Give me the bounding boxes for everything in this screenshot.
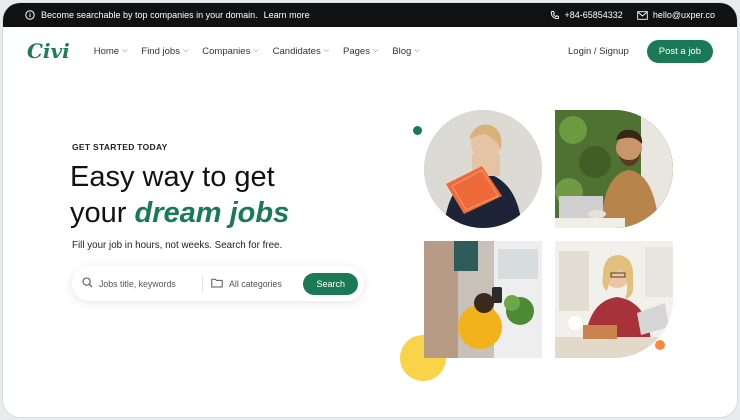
logo-text: Civi — [27, 39, 70, 63]
nav-item-pages[interactable]: Pages ⌵ — [343, 46, 378, 57]
login-signup-link[interactable]: Login / Signup — [568, 46, 629, 57]
mail-icon — [637, 10, 648, 20]
decor-green-dot — [413, 126, 422, 135]
nav-item-label: Home — [93, 45, 120, 57]
search-icon — [82, 277, 93, 290]
announcement: Become searchable by top companies in yo… — [25, 10, 310, 20]
nav-item-label: Companies — [202, 45, 251, 57]
phone-number: +84-65854332 — [564, 10, 623, 20]
logo[interactable]: Civi — [27, 39, 70, 63]
hero-eyebrow: GET STARTED TODAY — [72, 142, 168, 152]
search-divider — [202, 275, 203, 292]
hero-photo-desk-topdown — [424, 241, 542, 358]
hero-photo-man-laptop — [555, 110, 673, 228]
email-contact[interactable]: hello@uxper.co — [637, 10, 715, 20]
nav-item-companies[interactable]: Companies ⌵ — [202, 46, 258, 57]
chevron-down-icon: ⌵ — [253, 47, 259, 54]
job-search-bar: Jobs title, keywords All categories Sear… — [72, 266, 364, 301]
hero-subtitle: Fill your job in hours, not weeks. Searc… — [72, 240, 283, 251]
search-button[interactable]: Search — [303, 272, 358, 295]
post-job-button[interactable]: Post a job — [646, 39, 713, 63]
browser-frame: Become searchable by top companies in yo… — [2, 2, 738, 418]
main-nav: Civi Home ⌵ Find jobs ⌵ Companies ⌵ Candida… — [3, 31, 737, 71]
nav-item-label: Pages — [343, 45, 370, 57]
folder-icon — [211, 278, 223, 290]
keyword-input[interactable]: Jobs title, keywords — [82, 277, 202, 290]
hero-photo-woman-laptop — [555, 241, 673, 358]
hero-title-line-1: Easy way to get — [70, 161, 275, 193]
hero-title-line-2: your dream jobs — [70, 195, 289, 231]
chevron-down-icon: ⌵ — [372, 47, 379, 54]
nav-item-label: Find jobs — [141, 45, 180, 57]
nav-menu: Home ⌵ Find jobs ⌵ Companies ⌵ Candidates ⌵ … — [94, 46, 420, 57]
hero-title: Easy way to get your dream jobs — [70, 159, 289, 231]
chevron-down-icon: ⌵ — [323, 47, 330, 54]
top-bar: Become searchable by top companies in yo… — [3, 3, 737, 27]
category-placeholder: All categories — [229, 278, 282, 289]
chevron-down-icon: ⌵ — [182, 47, 189, 54]
phone-icon — [550, 10, 560, 20]
info-icon — [25, 10, 35, 20]
hero-title-accent: dream jobs — [134, 197, 290, 229]
announcement-text: Become searchable by top companies in yo… — [41, 10, 258, 20]
phone-contact[interactable]: +84-65854332 — [550, 10, 623, 20]
nav-item-candidates[interactable]: Candidates ⌵ — [273, 46, 329, 57]
keyword-placeholder: Jobs title, keywords — [99, 278, 176, 289]
hero-title-prefix: your — [70, 197, 135, 229]
nav-item-home[interactable]: Home ⌵ — [94, 46, 128, 57]
chevron-down-icon: ⌵ — [414, 47, 420, 54]
nav-item-find-jobs[interactable]: Find jobs ⌵ — [141, 46, 188, 57]
email-address: hello@uxper.co — [652, 10, 715, 20]
nav-item-label: Blog — [392, 45, 412, 57]
nav-item-blog[interactable]: Blog ⌵ — [392, 46, 419, 57]
category-select[interactable]: All categories — [211, 278, 303, 290]
nav-item-label: Candidates — [272, 45, 321, 57]
hero-photo-woman-folder — [424, 110, 542, 228]
chevron-down-icon: ⌵ — [122, 47, 128, 54]
learn-more-link[interactable]: Learn more — [264, 10, 310, 20]
